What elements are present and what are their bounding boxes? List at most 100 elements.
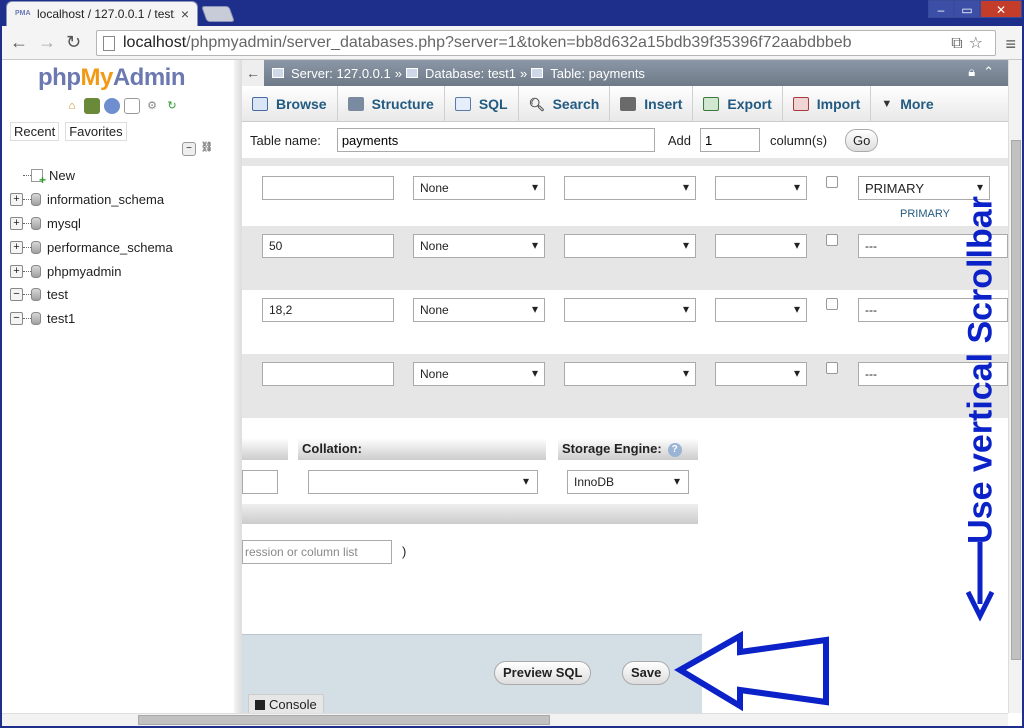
add-columns-input[interactable] [699, 128, 760, 152]
structure-icon [347, 97, 364, 111]
collapse-icon[interactable]: − [10, 288, 23, 302]
nav-controls: − ⛓ [182, 142, 214, 156]
address-bar[interactable]: localhost/phpmyadmin/server_databases.ph… [96, 30, 996, 56]
table-collation-select[interactable] [308, 470, 538, 494]
preview-sql-button[interactable]: Preview SQL [494, 661, 592, 685]
collation-select[interactable] [564, 362, 696, 386]
help-icon[interactable] [104, 98, 120, 114]
main-content: ← Server: 127.0.0.1 » Database: test1 » … [242, 60, 1008, 713]
null-checkbox[interactable] [826, 298, 838, 310]
docs-icon[interactable] [124, 98, 140, 114]
tab-search[interactable]: 🔍︎ Search [519, 86, 611, 122]
refresh-icon[interactable]: ↻ [164, 98, 180, 114]
export-icon [703, 97, 720, 111]
collation-select[interactable] [564, 234, 696, 258]
collapse-all-icon[interactable]: − [182, 142, 196, 156]
nav-tabs: Recent Favorites [10, 122, 127, 141]
horizontal-scrollbar-thumb[interactable] [138, 715, 550, 725]
null-checkbox[interactable] [826, 362, 838, 374]
breadcrumb-server[interactable]: Server: 127.0.0.1 [291, 66, 391, 81]
back-arrow-icon[interactable]: ← [242, 60, 264, 86]
collation-select[interactable] [564, 176, 696, 200]
lock-icon[interactable]: 🔒︎⌃ [968, 64, 1002, 80]
console-toggle[interactable]: Console [248, 694, 324, 713]
bookmark-star-icon[interactable]: ⧉☆ [951, 33, 989, 53]
menu-icon[interactable]: ≡ [1005, 34, 1016, 55]
attributes-select[interactable] [715, 234, 807, 258]
tree-item-test[interactable]: − test [10, 283, 173, 307]
close-window-button[interactable]: ✕ [980, 0, 1022, 18]
breadcrumb-table[interactable]: Table: payments [550, 66, 645, 81]
maximize-button[interactable]: ▭ [954, 0, 980, 18]
vertical-scrollbar[interactable] [1008, 60, 1022, 713]
browser-tab[interactable]: PMA localhost / 127.0.0.1 / test1 × [6, 1, 198, 26]
length-input[interactable]: 18,2 [262, 298, 394, 322]
new-tab-button[interactable] [201, 6, 235, 22]
comments-input[interactable] [242, 470, 278, 494]
help-icon[interactable]: ? [667, 442, 682, 457]
server-icon [272, 68, 284, 78]
length-input[interactable] [262, 362, 394, 386]
default-select[interactable]: None [413, 234, 545, 258]
expand-icon[interactable]: + [10, 240, 23, 254]
panel-splitter[interactable] [234, 60, 242, 713]
collation-select[interactable] [564, 298, 696, 322]
column-row: None --- [242, 354, 1008, 418]
expand-icon[interactable]: + [10, 264, 23, 278]
default-select[interactable]: None [413, 298, 545, 322]
breadcrumb: ← Server: 127.0.0.1 » Database: test1 » … [242, 60, 1008, 86]
vertical-scrollbar-thumb[interactable] [1011, 140, 1021, 660]
tab-title: localhost / 127.0.0.1 / test1 [37, 7, 175, 21]
length-input[interactable]: 50 [262, 234, 394, 258]
default-select[interactable]: None [413, 176, 545, 200]
home-icon[interactable]: ⌂ [64, 98, 80, 114]
database-icon [31, 312, 41, 326]
tree-item-performance-schema[interactable]: + performance_schema [10, 235, 173, 259]
table-icon [531, 68, 544, 78]
breadcrumb-database[interactable]: Database: test1 [425, 66, 516, 81]
length-input[interactable] [262, 176, 394, 200]
gear-icon[interactable]: ⚙ [144, 98, 160, 114]
attributes-select[interactable] [715, 298, 807, 322]
tab-sql[interactable]: SQL [445, 86, 519, 122]
attributes-select[interactable] [715, 362, 807, 386]
tab-close-icon[interactable]: × [181, 6, 189, 22]
collapse-icon[interactable]: − [10, 312, 23, 326]
tree-item-test1[interactable]: − test1 [10, 307, 173, 331]
primary-index-link[interactable]: PRIMARY [900, 208, 950, 220]
null-checkbox[interactable] [826, 234, 838, 246]
storage-engine-select[interactable]: InnoDB [567, 470, 689, 494]
null-checkbox[interactable] [826, 176, 838, 188]
tab-insert[interactable]: Insert [610, 86, 694, 122]
table-name-input[interactable] [336, 128, 655, 152]
expand-icon[interactable]: + [10, 216, 23, 230]
expand-icon[interactable]: + [10, 193, 23, 207]
default-select[interactable]: None [413, 362, 545, 386]
forward-arrow-icon[interactable]: → [38, 32, 56, 53]
tab-import[interactable]: Import [783, 86, 872, 122]
partition-expression-input[interactable]: ression or column list [242, 540, 392, 564]
back-arrow-icon[interactable]: ← [10, 32, 28, 53]
tab-export[interactable]: Export [693, 86, 783, 122]
tab-more[interactable]: ▼ More [871, 86, 943, 122]
phpmyadmin-logo[interactable]: phpMyAdmin [38, 64, 186, 92]
add-label: Add [667, 132, 691, 148]
tab-browse[interactable]: Browse [242, 86, 338, 122]
reload-icon[interactable]: ↻ [66, 32, 81, 53]
tree-item-new[interactable]: New [10, 164, 173, 188]
collation-header: Collation: [298, 438, 546, 460]
minimize-button[interactable]: ‒ [928, 0, 954, 18]
go-button[interactable]: Go [845, 128, 879, 152]
tree-item-information-schema[interactable]: + information_schema [10, 188, 173, 212]
logout-icon[interactable] [84, 98, 100, 114]
horizontal-scrollbar[interactable] [2, 713, 1008, 726]
tab-structure[interactable]: Structure [338, 86, 445, 122]
save-button[interactable]: Save [622, 661, 671, 685]
recent-tab[interactable]: Recent [10, 122, 60, 141]
attributes-select[interactable] [715, 176, 807, 200]
column-row: 50 None --- [242, 226, 1008, 290]
tree-item-phpmyadmin[interactable]: + phpmyadmin [10, 259, 173, 283]
link-icon[interactable]: ⛓ [200, 142, 214, 156]
favorites-tab[interactable]: Favorites [65, 122, 127, 141]
tree-item-mysql[interactable]: + mysql [10, 212, 173, 236]
